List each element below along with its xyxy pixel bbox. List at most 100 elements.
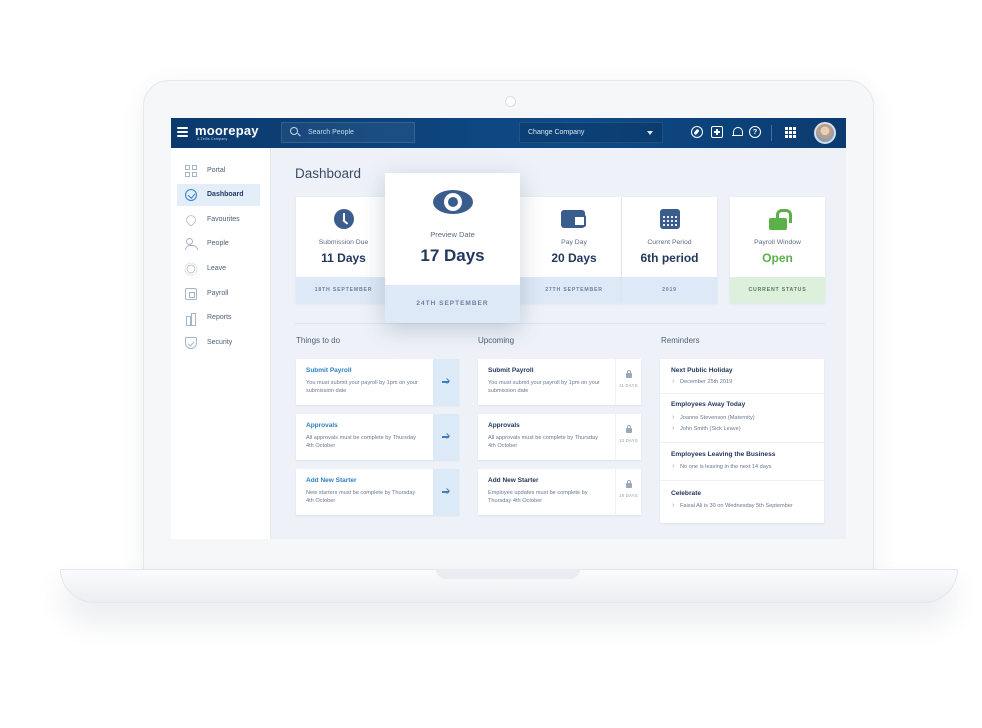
- apps-grid-icon[interactable]: [785, 127, 796, 138]
- toolbar-divider: [771, 125, 772, 141]
- stat-card-payroll-window[interactable]: Payroll Window Open CURRENT STATUS: [730, 197, 825, 303]
- days-remaining: 11 DAYS: [619, 383, 638, 388]
- calendar-icon: [659, 209, 680, 229]
- section-divider: [295, 323, 825, 324]
- sidebar-item-people[interactable]: People: [177, 233, 260, 255]
- sidebar-item-favourites[interactable]: Favourites: [177, 209, 260, 231]
- stat-card-current-period[interactable]: Current Period 6th period 2019: [622, 197, 717, 303]
- sidebar-item-portal[interactable]: Portal: [177, 160, 260, 182]
- stat-card-label: Current Period: [647, 239, 692, 246]
- people-icon: [185, 238, 198, 250]
- reminders-title: Reminders: [661, 336, 700, 345]
- stat-card-value: 20 Days: [551, 251, 597, 265]
- todo-item-desc: You must submit your payroll by 1pm on y…: [306, 380, 418, 395]
- app-screen: moorepay A Zellis Company Search People …: [171, 118, 846, 539]
- page-title: Dashboard: [295, 166, 362, 181]
- stat-card-label: Pay Day: [561, 239, 587, 246]
- stat-card-footer: 24TH SEPTEMBER: [385, 285, 520, 323]
- stat-card-preview-date[interactable]: Preview Date 17 Days 24TH SEPTEMBER: [385, 173, 520, 323]
- heart-icon: [184, 213, 198, 227]
- search-placeholder: Search People: [308, 129, 354, 136]
- add-icon[interactable]: [711, 126, 723, 138]
- stat-card-submission-due[interactable]: Submission Due 11 Days 18TH SEPTEMBER: [296, 197, 391, 303]
- upcoming-item-title: Approvals: [488, 422, 520, 429]
- things-to-do-title: Things to do: [296, 336, 341, 345]
- sidebar-item-label: Favourites: [207, 216, 240, 223]
- stat-card-label: Payroll Window: [754, 239, 801, 246]
- upcoming-item-title: Submit Payroll: [488, 367, 534, 374]
- clock-icon: [333, 209, 354, 229]
- sidebar-item-label: Dashboard: [207, 191, 244, 198]
- bar-chart-icon: [185, 312, 197, 326]
- days-remaining: 13 DAYS: [618, 438, 638, 443]
- sidebar-item-dashboard[interactable]: Dashboard: [177, 184, 260, 206]
- reminder-item: December 25th 2019: [672, 378, 732, 385]
- arrow-right-icon[interactable]: [433, 414, 459, 460]
- reminder-title: Employees Away Today: [671, 401, 746, 408]
- reminder-title: Next Public Holiday: [671, 367, 733, 374]
- unlock-icon: [768, 209, 787, 230]
- sidebar-item-label: People: [207, 240, 229, 247]
- todo-item-approvals[interactable]: Approvals All approvals must be complete…: [296, 414, 459, 460]
- sidebar: Portal Dashboard Favourites People Leave…: [171, 148, 271, 539]
- stat-card-value: Open: [762, 251, 793, 265]
- sidebar-item-label: Payroll: [207, 290, 229, 297]
- todo-item-desc: New starters must be complete by Thursda…: [306, 490, 416, 505]
- logo[interactable]: moorepay: [195, 123, 259, 138]
- upcoming-item-status: 13 DAYS: [615, 414, 641, 460]
- reminder-item: John Smith (Sick Leave): [672, 425, 741, 432]
- wallet-icon: [185, 288, 197, 300]
- todo-item-add-new-starter[interactable]: Add New Starter New starters must be com…: [296, 469, 459, 515]
- top-bar: moorepay A Zellis Company Search People …: [171, 118, 846, 148]
- stat-card-footer: CURRENT STATUS: [730, 277, 825, 303]
- stat-card-pay-day[interactable]: Pay Day 20 Days 27TH SEPTEMBER: [515, 197, 621, 303]
- help-icon[interactable]: ?: [749, 126, 761, 138]
- upcoming-item-add-new-starter[interactable]: Add New Starter Employee updates must be…: [478, 469, 641, 515]
- todo-item-submit-payroll[interactable]: Submit Payroll You must submit your payr…: [296, 359, 459, 405]
- arrow-right-icon[interactable]: [433, 359, 459, 405]
- compass-icon[interactable]: [691, 126, 703, 138]
- todo-item-title[interactable]: Add New Starter: [306, 477, 357, 484]
- avatar[interactable]: [814, 122, 836, 144]
- reminder-group: Employees Away Today Joanne Stevenson (M…: [660, 394, 824, 443]
- upcoming-item-approvals[interactable]: Approvals All approvals must be complete…: [478, 414, 641, 460]
- upcoming-item-title: Add New Starter: [488, 477, 539, 484]
- stat-card-label: Submission Due: [318, 239, 369, 246]
- grid-icon: [185, 165, 197, 177]
- chevron-down-icon: [647, 131, 653, 135]
- eye-icon: [432, 190, 473, 214]
- search-input[interactable]: Search People: [281, 122, 415, 143]
- upcoming-title: Upcoming: [478, 336, 515, 345]
- logo-subtitle: A Zellis Company: [197, 137, 228, 141]
- laptop-notch: [436, 569, 580, 579]
- todo-item-title[interactable]: Submit Payroll: [306, 367, 352, 374]
- todo-item-title[interactable]: Approvals: [306, 422, 338, 429]
- stat-card-footer: 27TH SEPTEMBER: [515, 277, 621, 303]
- stat-card-value: 17 Days: [420, 246, 485, 265]
- search-icon: [290, 127, 298, 135]
- stat-card-value: 11 Days: [321, 251, 366, 265]
- menu-icon[interactable]: [177, 127, 188, 137]
- sidebar-item-reports[interactable]: Reports: [177, 307, 260, 329]
- upcoming-item-status: 18 DAYS: [615, 469, 641, 515]
- sidebar-item-leave[interactable]: Leave: [177, 258, 260, 280]
- reminder-group: Next Public Holiday December 25th 2019: [660, 359, 824, 394]
- stat-card-label: Preview Date: [430, 230, 475, 239]
- sidebar-item-payroll[interactable]: Payroll: [177, 283, 260, 305]
- webcam: [505, 96, 516, 107]
- sidebar-item-security[interactable]: Security: [177, 332, 260, 354]
- sun-icon: [186, 264, 196, 274]
- upcoming-item-desc: You must submit your payroll by 1pm on y…: [488, 380, 600, 395]
- reminder-item: Faisal Ali is 30 on Wednesday 5th Septem…: [672, 502, 793, 509]
- reminder-item: No one is leaving in the next 14 days: [672, 463, 771, 470]
- upcoming-item-submit-payroll[interactable]: Submit Payroll You must submit your payr…: [478, 359, 641, 405]
- company-select[interactable]: Change Company: [519, 122, 663, 143]
- bell-icon[interactable]: [731, 126, 743, 138]
- sidebar-item-label: Leave: [207, 265, 227, 272]
- stat-card-footer: 2019: [622, 277, 717, 303]
- todo-item-desc: All approvals must be complete by Thursd…: [306, 435, 416, 450]
- stat-card-value: 6th period: [640, 251, 699, 265]
- arrow-right-icon[interactable]: [433, 469, 459, 515]
- sidebar-item-label: Security: [207, 339, 233, 346]
- upcoming-item-desc: Employee updates must be complete by Thu…: [488, 490, 588, 505]
